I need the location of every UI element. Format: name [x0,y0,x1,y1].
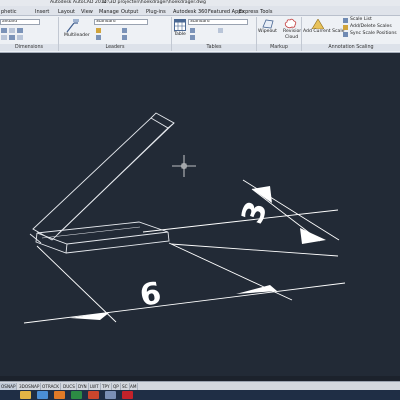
add-current-scale-icon[interactable] [312,19,324,29]
tables-panel-title: Tables [172,44,256,51]
multileader-label[interactable]: Multileader [64,33,90,39]
dimensions-panel-title: Dimensions [0,44,58,51]
dimension-6-arrow-left [70,312,110,320]
table-label[interactable]: Table [174,32,186,38]
powerpoint-icon[interactable] [88,391,99,399]
wipeout-icon[interactable] [262,19,274,29]
tpy-toggle[interactable]: TPY [101,383,112,390]
browser-icon[interactable] [37,391,48,399]
leaders-panel-title: Leaders [59,44,171,51]
dyn-toggle[interactable]: DYN [77,383,89,390]
taskbar [0,390,400,400]
multileader-icon[interactable] [66,19,79,33]
scale-list-label[interactable]: Scale List [350,17,372,23]
wipeout-label[interactable]: Wipeout [258,29,277,35]
sync-scale-positions-label[interactable]: Sync Scale Positions [350,31,397,37]
revision-cloud-icon[interactable] [284,18,297,29]
folder-icon[interactable] [20,391,31,399]
crosshair-cursor [172,155,196,177]
multileader-style-combo[interactable]: Standard [94,19,148,25]
tab-layout[interactable]: Layout [57,8,76,15]
app-icon[interactable] [105,391,116,399]
annotation-scaling-panel-title: Annotation Scaling [302,44,400,51]
tab-output[interactable]: Output [120,8,139,15]
leader-tools-icon[interactable] [96,28,146,42]
tab-view[interactable]: View [80,8,94,15]
autocad-icon[interactable] [122,391,133,399]
qp-toggle[interactable]: QP [112,383,121,390]
dimension-6 [23,242,346,324]
table-tools-icon[interactable] [190,28,245,42]
table-icon[interactable] [174,19,186,31]
osnap-toggle[interactable]: OSNAP [0,383,18,390]
tab-plugins[interactable]: Plug-ins [145,8,167,15]
revision-cloud-label-2[interactable]: Cloud [285,35,298,41]
drawing-viewport[interactable]: 3 6 [0,53,400,376]
ribbon: andard Dimensions Multileader Standard L… [0,16,400,53]
otrack-toggle[interactable]: OTRACK [41,383,62,390]
ducs-toggle[interactable]: DUCS [62,383,77,390]
markup-panel-title: Markup [257,44,301,51]
tab-express-tools[interactable]: Express Tools [238,8,273,15]
dimension-style-combo[interactable]: andard [0,19,40,25]
3dosnap-toggle[interactable]: 3DOSNAP [18,383,42,390]
dimension-tools-icon[interactable] [1,27,41,42]
lwt-toggle[interactable]: LWT [89,383,101,390]
excel-icon[interactable] [71,391,82,399]
sync-scale-positions-icon[interactable] [343,32,348,37]
drawing-canvas[interactable]: 3 6 [0,53,400,376]
add-delete-scales-icon[interactable] [343,25,348,30]
am-toggle[interactable]: AM [129,383,139,390]
add-current-scale-label[interactable]: Add Current Scale [303,29,344,35]
base-plate [35,221,170,254]
tab-autodesk-360[interactable]: Autodesk 360 [172,8,209,15]
add-delete-scales-label[interactable]: Add/Delete Scales [350,24,392,30]
status-bar: OSNAP 3DOSNAP OTRACK DUCS DYN LWT TPY QP… [0,381,400,390]
inclined-arm [29,112,175,244]
dimension-3-arrow-bottom [300,228,326,244]
tab-manage[interactable]: Manage [98,8,120,15]
media-player-icon[interactable] [54,391,65,399]
tab-insert[interactable]: Insert [34,8,50,15]
tab-annotate[interactable]: phetic [0,8,18,15]
table-style-combo[interactable]: Standard [188,19,248,25]
dimension-3-arrow-top [252,186,272,203]
scale-list-icon[interactable] [343,18,348,23]
ribbon-tabs: phetic Insert Layout View Manage Output … [0,6,400,16]
